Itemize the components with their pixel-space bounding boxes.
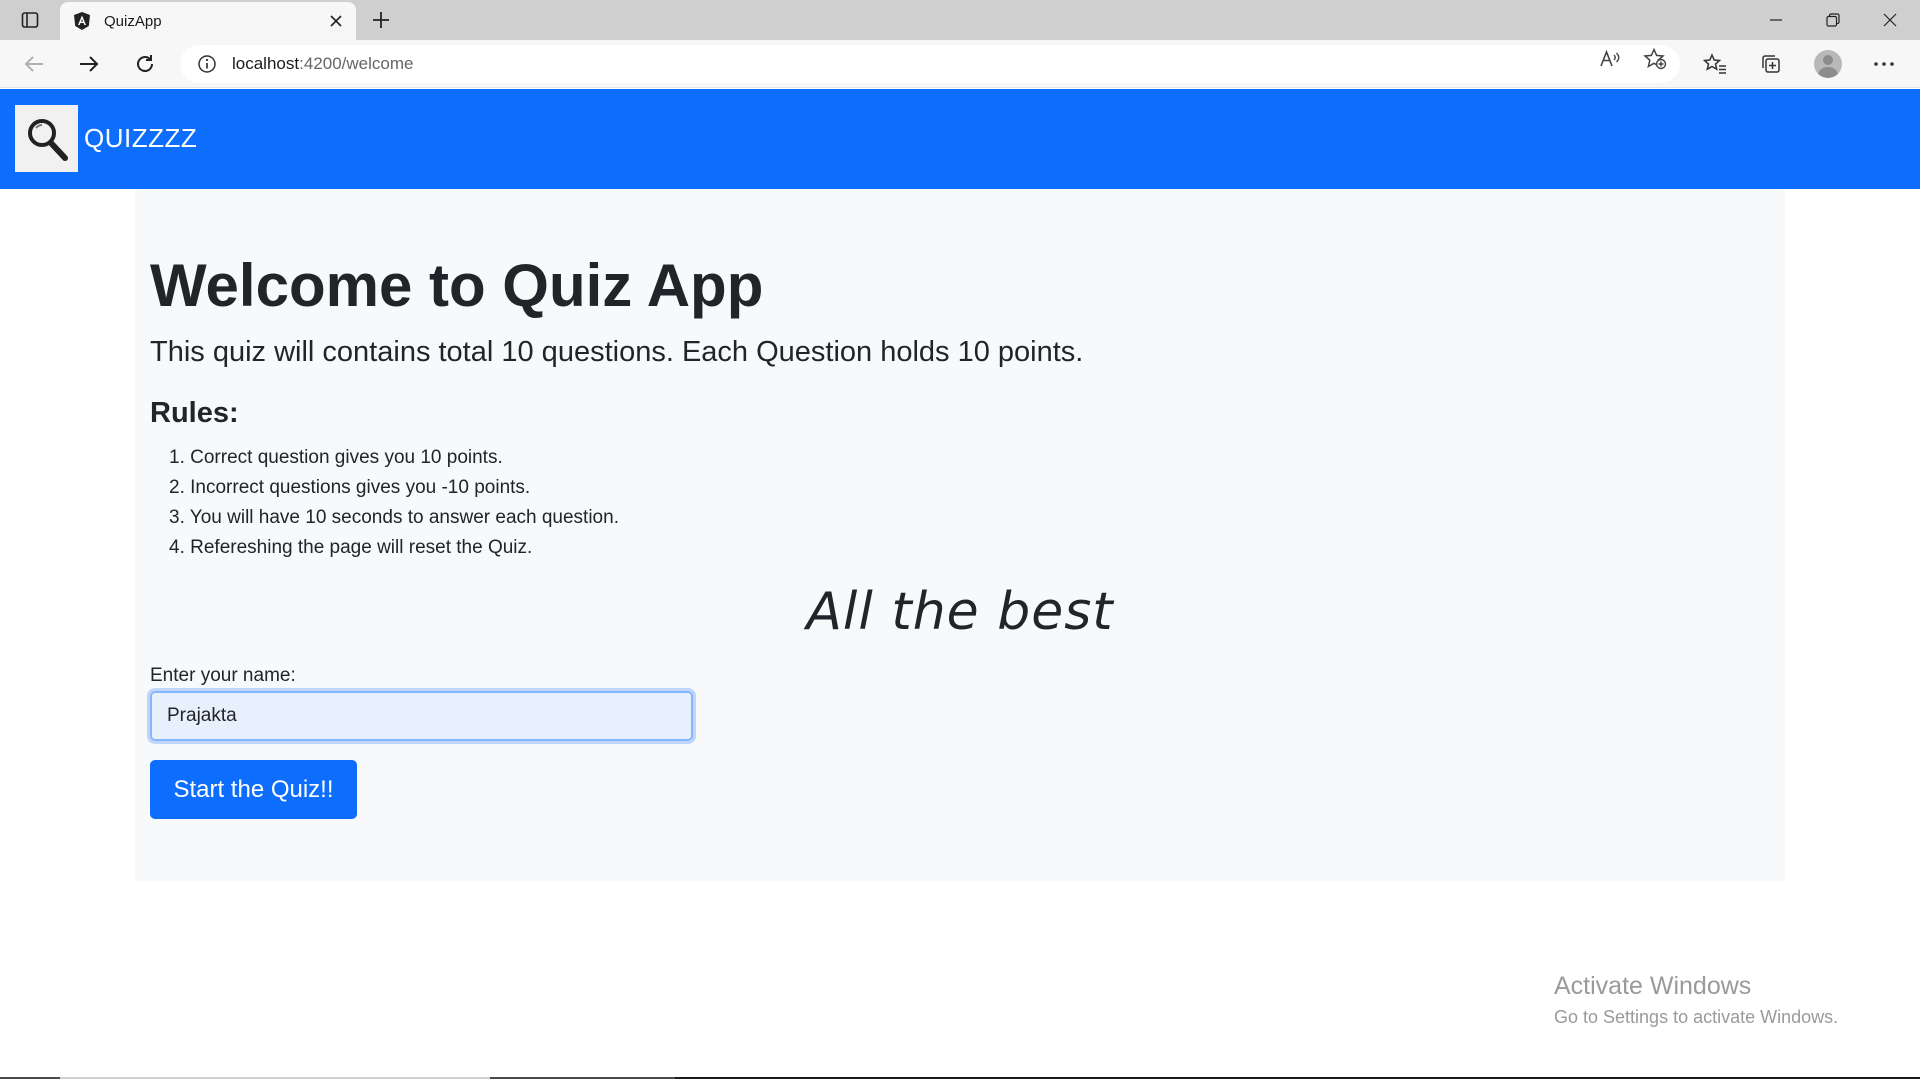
activate-windows-watermark: Activate Windows Go to Settings to activ… bbox=[1554, 972, 1838, 1028]
url-path: :4200/welcome bbox=[299, 54, 414, 73]
add-favorite-icon[interactable] bbox=[1641, 47, 1669, 71]
avatar-icon bbox=[1814, 50, 1842, 78]
rule-item: 3. You will have 10 seconds to answer ea… bbox=[169, 507, 619, 528]
tab-close-icon[interactable] bbox=[322, 7, 350, 35]
browser-tab-bar: QuizApp bbox=[0, 0, 1920, 40]
rules-heading: Rules: bbox=[150, 397, 239, 429]
angular-favicon-icon bbox=[72, 11, 92, 31]
name-label: Enter your name: bbox=[150, 665, 296, 686]
minimize-icon[interactable] bbox=[1748, 0, 1804, 40]
more-options-icon[interactable] bbox=[1864, 48, 1904, 80]
forward-arrow-icon[interactable] bbox=[71, 48, 107, 80]
watermark-subtitle: Go to Settings to activate Windows. bbox=[1554, 1007, 1839, 1027]
browser-tab-quizapp[interactable]: QuizApp bbox=[60, 2, 356, 40]
page-title: Welcome to Quiz App bbox=[150, 252, 764, 319]
tab-actions-icon[interactable] bbox=[16, 8, 44, 32]
start-quiz-button[interactable]: Start the Quiz!! bbox=[150, 760, 357, 819]
refresh-icon[interactable] bbox=[127, 48, 163, 80]
all-the-best-text: All the best bbox=[806, 582, 1114, 642]
tab-title: QuizApp bbox=[104, 12, 162, 30]
rule-item: 2. Incorrect questions gives you -10 poi… bbox=[169, 477, 531, 498]
url-host: localhost bbox=[232, 54, 300, 73]
magnifier-icon[interactable] bbox=[15, 105, 78, 172]
rule-item: 1. Correct question gives you 10 points. bbox=[169, 447, 503, 468]
address-bar[interactable]: localhost:4200/welcome bbox=[180, 45, 1680, 83]
favorites-icon[interactable] bbox=[1695, 48, 1735, 80]
welcome-panel: Welcome to Quiz App This quiz will conta… bbox=[135, 189, 1785, 881]
site-info-icon[interactable] bbox=[196, 53, 218, 75]
url-text[interactable]: localhost:4200/welcome bbox=[232, 54, 1680, 74]
rules-list: 1. Correct question gives you 10 points.… bbox=[169, 443, 619, 563]
watermark-title: Activate Windows bbox=[1554, 972, 1752, 1000]
rule-item: 4. Refereshing the page will reset the Q… bbox=[169, 537, 533, 558]
name-input[interactable] bbox=[150, 691, 693, 741]
browser-toolbar: localhost:4200/welcome bbox=[0, 40, 1920, 88]
close-window-icon[interactable] bbox=[1862, 0, 1918, 40]
quiz-description: This quiz will contains total 10 questio… bbox=[150, 336, 1084, 368]
back-arrow-icon[interactable] bbox=[16, 48, 52, 80]
brand-name[interactable]: QUIZZZZ bbox=[84, 123, 197, 154]
new-tab-icon[interactable] bbox=[366, 6, 396, 34]
collections-icon[interactable] bbox=[1751, 48, 1791, 80]
restore-icon[interactable] bbox=[1805, 0, 1861, 40]
taskbar-edge bbox=[0, 1076, 1920, 1080]
profile-avatar[interactable] bbox=[1808, 48, 1848, 80]
read-aloud-icon[interactable] bbox=[1596, 47, 1624, 71]
app-navbar: QUIZZZZ bbox=[0, 89, 1920, 189]
